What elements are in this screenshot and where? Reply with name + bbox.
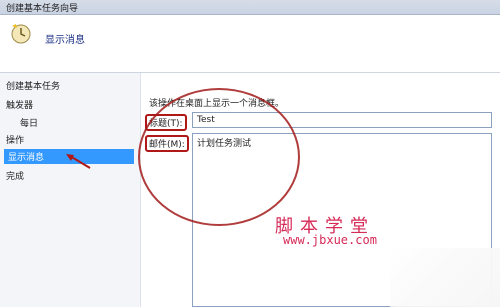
annotation-arrow-icon xyxy=(66,154,91,169)
image-smudge xyxy=(390,248,500,307)
task-wizard-icon xyxy=(10,23,32,45)
nav-item-create-task[interactable]: 创建基本任务 xyxy=(6,79,60,92)
window-title: 创建基本任务向导 xyxy=(6,4,79,14)
task-wizard-window: 创建基本任务向导 显示消息 创建基本任务 触发器 每日 操作 显示消息 完成 该… xyxy=(0,0,500,307)
nav-item-daily[interactable]: 每日 xyxy=(20,116,38,129)
page-title: 显示消息 xyxy=(45,35,85,46)
title-bar: 创建基本任务向导 xyxy=(0,0,500,15)
annotation-circle xyxy=(138,88,300,226)
nav-item-trigger[interactable]: 触发器 xyxy=(6,98,33,111)
watermark-url: www.jbxue.com xyxy=(283,233,377,247)
nav-item-finish[interactable]: 完成 xyxy=(6,169,24,182)
wizard-header: 显示消息 xyxy=(0,15,500,57)
nav-item-action[interactable]: 操作 xyxy=(6,133,24,146)
